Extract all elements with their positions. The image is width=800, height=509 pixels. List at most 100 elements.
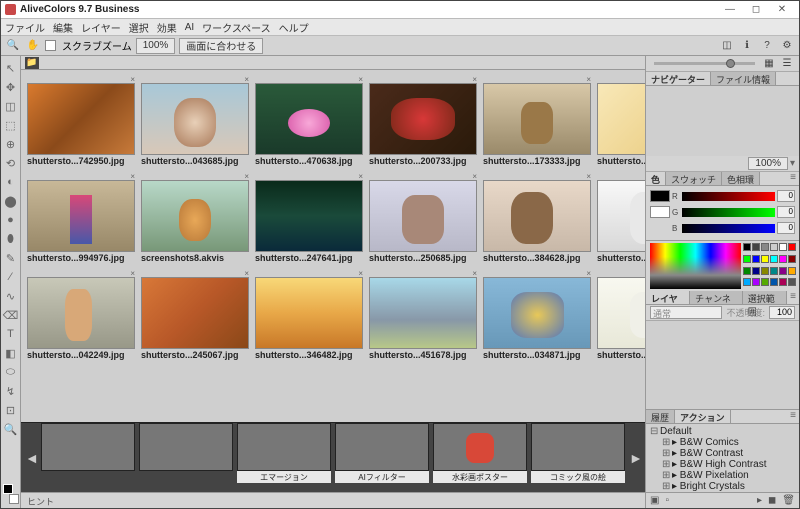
tree-item[interactable]: ⊞▸ B&W Pixelation bbox=[650, 470, 795, 481]
strip-item[interactable] bbox=[41, 423, 135, 492]
swatch[interactable] bbox=[743, 255, 751, 263]
zoom-value[interactable]: 100% bbox=[136, 38, 176, 54]
tool-4[interactable]: ◧ bbox=[3, 345, 19, 361]
spectrum-picker[interactable] bbox=[650, 243, 741, 289]
opacity-value[interactable]: 100 bbox=[769, 306, 795, 319]
fg-color-icon[interactable] bbox=[3, 484, 13, 494]
swatch[interactable] bbox=[779, 255, 787, 263]
thumbnail-image[interactable] bbox=[597, 277, 645, 349]
swatch[interactable] bbox=[743, 278, 751, 286]
tool-15[interactable]: ⊕ bbox=[3, 136, 19, 152]
tree-item[interactable]: ⊞▸ Bright Crystals bbox=[650, 481, 795, 492]
minimize-button[interactable]: — bbox=[717, 2, 743, 18]
strip-next-button[interactable]: ► bbox=[629, 450, 641, 466]
tool-0[interactable]: 🔍 bbox=[3, 421, 19, 437]
swatch[interactable] bbox=[743, 243, 751, 251]
list-view-icon[interactable]: ☰ bbox=[779, 56, 795, 72]
thumbnail-image[interactable] bbox=[255, 180, 363, 252]
tool-11[interactable]: ● bbox=[3, 212, 19, 228]
menu-ワークスペース[interactable]: ワークスペース bbox=[202, 20, 271, 35]
swatch[interactable] bbox=[752, 243, 760, 251]
strip-thumb[interactable] bbox=[335, 423, 429, 471]
swatch[interactable] bbox=[770, 255, 778, 263]
swatch[interactable] bbox=[788, 255, 796, 263]
swatch[interactable] bbox=[752, 255, 760, 263]
thumbnail-image[interactable] bbox=[483, 277, 591, 349]
thumb-cell[interactable]: ×shuttersto...730429.jpg bbox=[597, 76, 645, 169]
tool-7[interactable]: ∿ bbox=[3, 288, 19, 304]
strip-thumb[interactable] bbox=[433, 423, 527, 471]
color-swap[interactable] bbox=[3, 484, 19, 504]
swatch[interactable] bbox=[788, 267, 796, 275]
thumbnail-image[interactable] bbox=[141, 277, 249, 349]
tab-fileinfo[interactable]: ファイル情報 bbox=[711, 72, 776, 85]
menu-効果[interactable]: 効果 bbox=[157, 20, 177, 35]
tab-color[interactable]: 色 bbox=[646, 172, 666, 185]
swatch[interactable] bbox=[779, 278, 787, 286]
tool-8[interactable]: ⁄ bbox=[3, 269, 19, 285]
swatch[interactable] bbox=[761, 278, 769, 286]
thumbnail-image[interactable] bbox=[27, 180, 135, 252]
gear-icon[interactable]: ⚙ bbox=[779, 38, 795, 54]
swatch[interactable] bbox=[770, 267, 778, 275]
thumb-cell[interactable]: ×shuttersto...742950.jpg bbox=[27, 76, 135, 169]
swatch[interactable] bbox=[788, 278, 796, 286]
tab-navigator[interactable]: ナビゲーター bbox=[646, 72, 711, 85]
thumb-cell[interactable]: ×shuttersto...247641.jpg bbox=[255, 173, 363, 266]
thumbnail-image[interactable] bbox=[369, 83, 477, 155]
r-value[interactable]: 0 bbox=[777, 190, 795, 202]
thumb-cell[interactable]: ×shuttersto...384628.jpg bbox=[483, 173, 591, 266]
thumb-cell[interactable]: ×shuttersto...042249.jpg bbox=[27, 270, 135, 363]
menu-ファイル[interactable]: ファイル bbox=[5, 20, 45, 35]
thumbnail-image[interactable] bbox=[27, 83, 135, 155]
info-icon[interactable]: ℹ bbox=[739, 38, 755, 54]
tool-5[interactable]: T bbox=[3, 326, 19, 342]
grid-view-icon[interactable]: ▦ bbox=[761, 56, 777, 72]
panel-zoom[interactable]: 100% bbox=[748, 157, 788, 170]
tree-root[interactable]: ⊟Default bbox=[650, 426, 795, 437]
thumbnail-image[interactable] bbox=[141, 180, 249, 252]
thumbnail-grid[interactable]: ×shuttersto...742950.jpg×shuttersto...04… bbox=[21, 70, 645, 422]
tree-item[interactable]: ⊞▸ B&W Comics bbox=[650, 437, 795, 448]
thumb-cell[interactable]: ×screenshots8.akvis bbox=[141, 173, 249, 266]
swatch[interactable] bbox=[779, 267, 787, 275]
tool-14[interactable]: ⟲ bbox=[3, 155, 19, 171]
thumbnail-image[interactable] bbox=[27, 277, 135, 349]
swatch[interactable] bbox=[761, 267, 769, 275]
thumb-cell[interactable]: ×shuttersto...470638.jpg bbox=[255, 76, 363, 169]
layers-list[interactable] bbox=[646, 321, 799, 409]
thumb-cell[interactable]: ×shuttersto...173333.jpg bbox=[483, 76, 591, 169]
thumbnail-image[interactable] bbox=[369, 277, 477, 349]
tool-12[interactable]: ⬤ bbox=[3, 193, 19, 209]
bg-color-icon[interactable] bbox=[9, 494, 19, 504]
thumb-cell[interactable]: ×shuttersto...890150.jpg bbox=[597, 173, 645, 266]
tree-item[interactable]: ⊞▸ B&W High Contrast bbox=[650, 459, 795, 470]
tool-1[interactable]: ⊡ bbox=[3, 402, 19, 418]
thumb-cell[interactable]: ×shuttersto...994976.jpg bbox=[27, 173, 135, 266]
tab-swatch[interactable]: スウォッチ bbox=[666, 172, 722, 185]
swatch-grid[interactable] bbox=[743, 243, 795, 289]
thumbnail-image[interactable] bbox=[141, 83, 249, 155]
menu-編集[interactable]: 編集 bbox=[53, 20, 73, 35]
tool-19[interactable]: ↖ bbox=[3, 60, 19, 76]
thumb-cell[interactable]: ×shuttersto...200733.jpg bbox=[369, 76, 477, 169]
b-value[interactable]: 0 bbox=[777, 222, 795, 234]
swatch[interactable] bbox=[770, 243, 778, 251]
workspace-icon[interactable]: ◫ bbox=[719, 38, 735, 54]
swatch[interactable] bbox=[788, 243, 796, 251]
menu-ヘルプ[interactable]: ヘルプ bbox=[279, 20, 309, 35]
tool-3[interactable]: ⬭ bbox=[3, 364, 19, 380]
thumb-cell[interactable]: ×shuttersto...245067.jpg bbox=[141, 270, 249, 363]
strip-item[interactable] bbox=[139, 423, 233, 492]
tab-selection[interactable]: 選択範囲 bbox=[743, 291, 787, 304]
thumbnail-image[interactable] bbox=[597, 180, 645, 252]
g-value[interactable]: 0 bbox=[777, 206, 795, 218]
tool-17[interactable]: ◫ bbox=[3, 98, 19, 114]
swatch[interactable] bbox=[761, 255, 769, 263]
tree-item[interactable]: ⊞▸ B&W Contrast bbox=[650, 448, 795, 459]
strip-thumb[interactable] bbox=[237, 423, 331, 471]
tab-hue[interactable]: 色相環 bbox=[722, 172, 760, 185]
maximize-button[interactable]: ◻ bbox=[743, 2, 769, 18]
thumb-cell[interactable]: ×shuttersto...043685.jpg bbox=[141, 76, 249, 169]
strip-item[interactable]: コミック風の絵 bbox=[531, 423, 625, 492]
